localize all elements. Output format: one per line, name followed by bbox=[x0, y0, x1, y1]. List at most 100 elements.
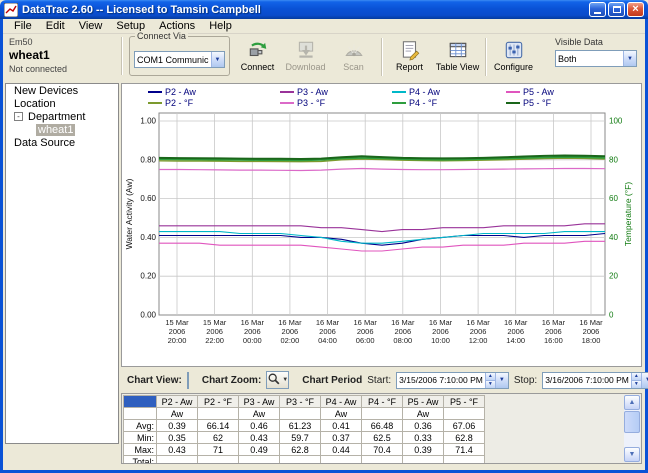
sidebar-item-department[interactable]: -Department bbox=[6, 110, 118, 123]
stats-cell: 71 bbox=[198, 444, 239, 456]
menu-view[interactable]: View bbox=[72, 20, 110, 32]
legend-item-p3-aw: P3 - Aw bbox=[280, 87, 328, 97]
chart-zoom-label: Chart Zoom: bbox=[202, 375, 261, 386]
sidebar-item-wheat1[interactable]: wheat1 bbox=[6, 123, 118, 136]
svg-text:22:00: 22:00 bbox=[205, 336, 224, 345]
stats-table: P2 - AwP2 - °FP3 - AwP3 - °FP4 - AwP4 - … bbox=[122, 395, 641, 464]
row-label: Avg: bbox=[124, 420, 157, 432]
chart-period-stop[interactable]: 3/16/2006 7:10:00 PM ▲▼ ▼ bbox=[542, 372, 648, 389]
spin-up-icon[interactable]: ▲ bbox=[486, 373, 495, 380]
menu-file[interactable]: File bbox=[7, 20, 39, 32]
legend-item-p5-aw: P5 - Aw bbox=[506, 87, 554, 97]
stats-cell: 0.39 bbox=[403, 444, 444, 456]
close-button[interactable]: × bbox=[627, 2, 644, 17]
svg-text:0.20: 0.20 bbox=[140, 272, 156, 281]
maximize-button[interactable] bbox=[608, 2, 625, 17]
port-select-value: COM1 Communic bbox=[135, 55, 211, 65]
table-scrollbar[interactable]: ▲ ▼ bbox=[624, 395, 640, 462]
stats-cell bbox=[444, 456, 485, 465]
toolbar-separator bbox=[121, 37, 123, 75]
toolbar-button-report[interactable]: Report bbox=[386, 36, 434, 78]
scroll-up-icon[interactable]: ▲ bbox=[624, 395, 640, 410]
stop-value: 3/16/2006 7:10:00 PM bbox=[543, 375, 631, 385]
chevron-down-icon[interactable]: ▼ bbox=[211, 52, 224, 67]
svg-text:16 Mar: 16 Mar bbox=[542, 318, 566, 327]
visible-data-select[interactable]: Both ▼ bbox=[555, 50, 637, 67]
download-icon bbox=[295, 39, 317, 61]
sidebar-item-new-devices[interactable]: New Devices bbox=[6, 84, 118, 97]
svg-text:100: 100 bbox=[609, 117, 623, 126]
chart-period-label: Chart Period bbox=[302, 375, 362, 386]
legend-swatch-icon bbox=[148, 102, 162, 104]
connect-via-label: Connect Via bbox=[135, 31, 188, 41]
chart-plot[interactable]: 1.000.800.600.400.200.0010080604020015 M… bbox=[123, 109, 640, 370]
minimize-button[interactable] bbox=[589, 2, 606, 17]
legend-label: P3 - Aw bbox=[297, 87, 328, 97]
svg-text:16 Mar: 16 Mar bbox=[466, 318, 490, 327]
visible-data-label: Visible Data bbox=[555, 37, 637, 47]
spin-up-icon[interactable]: ▲ bbox=[632, 373, 641, 380]
units-row-label bbox=[124, 408, 157, 420]
sidebar-item-location[interactable]: Location bbox=[6, 97, 118, 110]
chevron-down-icon[interactable]: ▼ bbox=[495, 373, 508, 388]
spinner-control[interactable]: ▲▼ bbox=[485, 373, 495, 388]
svg-text:0.80: 0.80 bbox=[140, 155, 156, 164]
units-cell: Aw bbox=[157, 408, 198, 420]
chart-zoom-button[interactable]: ▼ bbox=[266, 371, 289, 389]
toolbar-button-label: Report bbox=[396, 62, 423, 72]
legend-swatch-icon bbox=[392, 102, 406, 104]
svg-text:06:00: 06:00 bbox=[356, 336, 375, 345]
table-corner-cell bbox=[124, 396, 157, 408]
toolbar-button-label: Table View bbox=[436, 62, 479, 72]
menu-help[interactable]: Help bbox=[202, 20, 239, 32]
stats-cell: 0.33 bbox=[403, 432, 444, 444]
toolbar-button-table-view[interactable]: Table View bbox=[434, 36, 482, 78]
svg-text:0.00: 0.00 bbox=[140, 311, 156, 320]
units-cell: Aw bbox=[239, 408, 280, 420]
chart-panel: P2 - AwP3 - AwP4 - AwP5 - AwP2 - °FP3 - … bbox=[121, 83, 642, 367]
toolbar-button-connect[interactable]: Connect bbox=[234, 36, 282, 78]
toolbar-button-label: Scan bbox=[343, 62, 364, 72]
port-select[interactable]: COM1 Communic ▼ bbox=[134, 51, 225, 68]
stats-cell: 0.39 bbox=[157, 420, 198, 432]
chevron-down-icon[interactable]: ▼ bbox=[623, 51, 636, 66]
spin-down-icon[interactable]: ▼ bbox=[632, 380, 641, 388]
stats-cell: 70.4 bbox=[362, 444, 403, 456]
visible-data-value: Both bbox=[556, 54, 623, 64]
chart-period-start[interactable]: 3/15/2006 7:10:00 PM ▲▼ ▼ bbox=[396, 372, 509, 389]
toolbar-button-scan: Scan bbox=[330, 36, 378, 78]
sidebar-item-data-source[interactable]: Data Source bbox=[6, 136, 118, 149]
chart-view-select[interactable]: Tab ▼ bbox=[187, 372, 189, 389]
collapse-icon[interactable]: - bbox=[14, 112, 23, 121]
spin-down-icon[interactable]: ▼ bbox=[486, 380, 495, 388]
status-bar bbox=[3, 464, 645, 470]
scrollbar-thumb[interactable] bbox=[624, 411, 640, 433]
configure-icon bbox=[503, 39, 525, 61]
header-area: Em50 wheat1 Not connected Connect Via CO… bbox=[3, 34, 645, 80]
tree-item-label: Data Source bbox=[12, 137, 77, 149]
maximize-icon bbox=[613, 6, 621, 13]
svg-text:Temperature (°F): Temperature (°F) bbox=[623, 182, 633, 247]
tree-item-label: wheat1 bbox=[36, 124, 75, 136]
spinner-control[interactable]: ▲▼ bbox=[631, 373, 641, 388]
toolbar-button-configure[interactable]: Configure bbox=[490, 36, 538, 78]
stats-cell: 62.8 bbox=[444, 432, 485, 444]
scroll-down-icon[interactable]: ▼ bbox=[624, 447, 640, 462]
svg-text:2006: 2006 bbox=[206, 327, 223, 336]
stats-cell: 62 bbox=[198, 432, 239, 444]
row-label: Max: bbox=[124, 444, 157, 456]
device-model: Em50 bbox=[9, 37, 121, 47]
stats-cell: 0.44 bbox=[321, 444, 362, 456]
svg-text:80: 80 bbox=[609, 155, 618, 164]
stats-cell bbox=[239, 456, 280, 465]
stats-cell: 66.14 bbox=[198, 420, 239, 432]
chart-controls: Chart View: Tab ▼ Chart Zoom: ▼ Chart Pe… bbox=[121, 369, 642, 391]
svg-text:15 Mar: 15 Mar bbox=[203, 318, 227, 327]
column-header-p3-aw: P3 - Aw bbox=[239, 396, 280, 408]
title-bar: DataTrac 2.60 -- Licensed to Tamsin Camp… bbox=[0, 0, 648, 19]
menu-edit[interactable]: Edit bbox=[39, 20, 72, 32]
units-cell bbox=[444, 408, 485, 420]
chevron-down-icon[interactable]: ▼ bbox=[641, 373, 648, 388]
toolbar-button-download: Download bbox=[282, 36, 330, 78]
stats-cell: 62.5 bbox=[362, 432, 403, 444]
